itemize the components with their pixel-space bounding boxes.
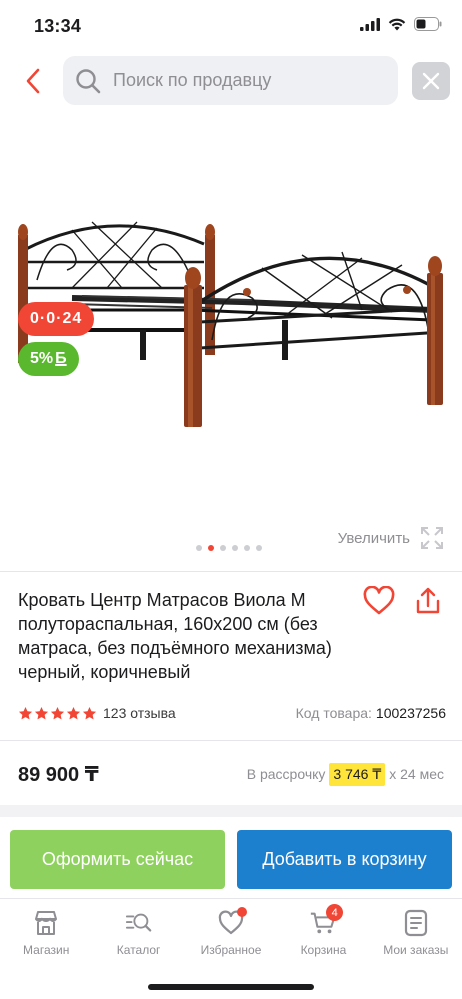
share-button[interactable]: [414, 586, 442, 618]
shop-icon: [32, 909, 60, 937]
status-time: 13:34: [34, 16, 82, 36]
tab-catalog[interactable]: Каталог: [92, 899, 184, 968]
tab-shop[interactable]: Магазин: [0, 899, 92, 968]
pagination-dot[interactable]: [208, 545, 214, 551]
add-to-cart-button[interactable]: Добавить в корзину: [237, 830, 452, 889]
installment-suffix: х 24 мес: [389, 766, 444, 782]
divider: [0, 571, 462, 572]
price: 89 900 ₸: [18, 763, 99, 786]
pagination-dot[interactable]: [220, 545, 226, 551]
star-icon: [66, 706, 81, 719]
clear-search-button[interactable]: [412, 62, 450, 100]
sku-label: Код товара:: [295, 705, 372, 721]
home-indicator: [148, 984, 314, 990]
star-icon: [34, 706, 49, 719]
bonus-value: 5%: [30, 350, 54, 367]
rating-stars: [18, 706, 97, 721]
heart-outline-icon: [363, 585, 395, 615]
pagination-dot[interactable]: [244, 545, 250, 551]
bed-front-frame: [184, 251, 443, 427]
tab-label: Избранное: [200, 943, 262, 957]
product-title: Кровать Центр Матрасов Виола М полуторас…: [18, 590, 332, 682]
order-now-button[interactable]: Оформить сейчас: [10, 830, 225, 889]
section-separator: [0, 805, 462, 817]
bonus-unit: Б: [55, 350, 67, 367]
catalog-search-icon: [125, 909, 153, 937]
status-icons: [360, 17, 442, 31]
tab-orders[interactable]: Мои заказы: [370, 899, 462, 968]
bonus-badge: 5% Б: [18, 342, 79, 376]
star-icon: [18, 706, 33, 719]
pagination-dot[interactable]: [232, 545, 238, 551]
timer-badge: 0·0·24: [18, 302, 95, 336]
pagination-dot[interactable]: [196, 545, 202, 551]
favorite-button[interactable]: [362, 585, 398, 618]
sku-value: 100237256: [375, 705, 446, 721]
signal-icon: [360, 17, 380, 31]
search-icon: [76, 68, 101, 93]
zoom-label: Увеличить: [337, 529, 410, 547]
favorites-notification-dot: [236, 907, 247, 917]
installment-amount: 3 746 ₸: [329, 762, 386, 786]
wifi-icon: [388, 18, 406, 30]
close-icon: [422, 72, 440, 90]
divider: [0, 740, 462, 741]
pagination-dot[interactable]: [256, 545, 262, 551]
expand-icon: [421, 527, 443, 549]
status-bar: 13:34: [0, 0, 462, 48]
product-gallery[interactable]: 0·0·24 5% Б Увеличить: [0, 120, 462, 565]
installment-prefix: В рассрочку: [246, 766, 326, 782]
tab-favorites[interactable]: Избранное: [185, 899, 277, 968]
tab-label: Каталог: [116, 943, 161, 957]
back-button[interactable]: [20, 66, 46, 96]
tab-label: Магазин: [23, 943, 70, 957]
zoom-button[interactable]: Увеличить: [338, 526, 444, 550]
tab-bar: Магазин Каталог Избранное 4 Корзина Мои …: [0, 898, 462, 968]
chevron-left-icon: [26, 68, 40, 94]
search-row: Поиск по продавцу: [0, 56, 462, 106]
tab-cart[interactable]: 4 Корзина: [277, 899, 369, 968]
tab-label: Корзина: [300, 943, 347, 957]
search-placeholder: Поиск по продавцу: [113, 70, 272, 90]
rating-row: 123 отзыва Код товара: 100237256: [18, 703, 446, 723]
tab-label: Мои заказы: [383, 943, 449, 957]
star-icon: [50, 706, 65, 719]
orders-icon: [402, 909, 430, 937]
star-icon: [82, 706, 97, 719]
cart-count-badge: 4: [326, 904, 344, 921]
sku: Код товара: 100237256: [296, 705, 446, 721]
gallery-pagination: [196, 545, 262, 551]
share-icon: [416, 587, 440, 614]
search-input[interactable]: Поиск по продавцу: [63, 56, 398, 105]
battery-icon: [414, 17, 442, 31]
price-row: 89 900 ₸ В рассрочку 3 746 ₸ х 24 мес: [18, 760, 444, 788]
reviews-link[interactable]: 123 отзыва: [103, 705, 176, 721]
installment-info[interactable]: В рассрочку 3 746 ₸ х 24 мес: [246, 762, 444, 786]
